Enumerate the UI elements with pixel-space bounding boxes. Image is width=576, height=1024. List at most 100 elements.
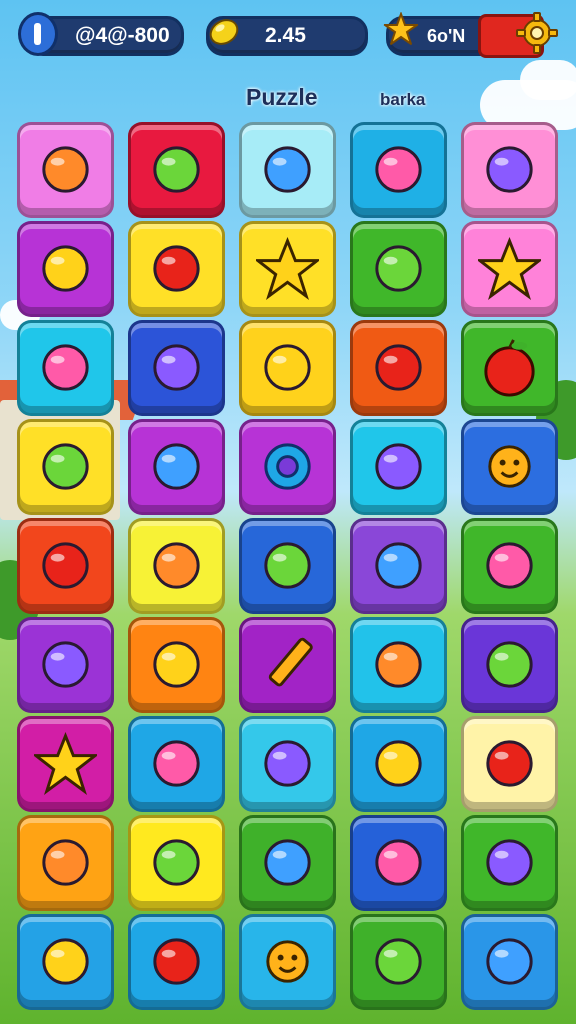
- sun-icon: [488, 445, 531, 488]
- tile-1-1[interactable]: [17, 122, 114, 218]
- pen-icon: [486, 839, 533, 886]
- cup-icon: [486, 641, 533, 688]
- lime-icon: [153, 443, 200, 490]
- tile-5-2[interactable]: [128, 518, 225, 614]
- tile-5-3[interactable]: [239, 518, 336, 614]
- tile-4-1[interactable]: [17, 419, 114, 515]
- pencil-icon: [268, 637, 313, 687]
- tile-4-3[interactable]: [239, 419, 336, 515]
- radish-icon: [153, 641, 200, 688]
- score-value: @4@-800: [75, 24, 170, 47]
- crayon-icon: [264, 839, 311, 886]
- ghost-icon: [153, 344, 200, 391]
- hammer-icon: [375, 443, 422, 490]
- bird-icon: [486, 740, 533, 787]
- tile-7-3[interactable]: [239, 716, 336, 812]
- star-icon: [34, 732, 97, 795]
- tile-6-5[interactable]: [461, 617, 558, 713]
- tile-8-1[interactable]: [17, 815, 114, 911]
- tile-5-4[interactable]: [350, 518, 447, 614]
- key-icon: [264, 740, 311, 787]
- tile-3-2[interactable]: [128, 320, 225, 416]
- tile-3-5[interactable]: [461, 320, 558, 416]
- tile-7-5[interactable]: [461, 716, 558, 812]
- tile-7-1[interactable]: [17, 716, 114, 812]
- tile-2-4[interactable]: [350, 221, 447, 317]
- fan-icon: [42, 542, 89, 589]
- lemon-icon: [209, 19, 239, 45]
- apple-icon: [484, 339, 535, 397]
- sun-icon: [266, 940, 309, 983]
- tile-2-2[interactable]: [128, 221, 225, 317]
- face-icon: [375, 641, 422, 688]
- tile-5-1[interactable]: [17, 518, 114, 614]
- tile-9-2[interactable]: [128, 914, 225, 1010]
- robot-icon: [42, 839, 89, 886]
- pin-icon: [153, 839, 200, 886]
- bow-icon: [42, 443, 89, 490]
- mango-icon: [375, 839, 422, 886]
- tile-4-2[interactable]: [128, 419, 225, 515]
- tile-2-5[interactable]: [461, 221, 558, 317]
- mushroom-hammer-icon: [264, 146, 311, 193]
- tile-2-1[interactable]: [17, 221, 114, 317]
- palm-icon: [42, 146, 89, 193]
- balloon-icon: [153, 245, 200, 292]
- tile-8-2[interactable]: [128, 815, 225, 911]
- tile-8-3[interactable]: [239, 815, 336, 911]
- tile-5-5[interactable]: [461, 518, 558, 614]
- tile-6-2[interactable]: [128, 617, 225, 713]
- tile-9-1[interactable]: [17, 914, 114, 1010]
- tile-6-3[interactable]: [239, 617, 336, 713]
- flashlight-icon: [375, 146, 422, 193]
- chest-icon: [264, 542, 311, 589]
- star-icon: [256, 237, 319, 300]
- tile-1-3[interactable]: [239, 122, 336, 218]
- drop-icon: [42, 641, 89, 688]
- puzzle-title: Puzzle: [246, 84, 318, 110]
- brush-icon: [153, 146, 200, 193]
- tile-6-1[interactable]: [17, 617, 114, 713]
- box-icon: [486, 146, 533, 193]
- tile-7-4[interactable]: [350, 716, 447, 812]
- snail-icon: [375, 245, 422, 292]
- book-icon: [375, 344, 422, 391]
- lamp-icon: [375, 938, 422, 985]
- top-hud: @4@-800 2.45 6o'N: [0, 0, 576, 70]
- leaf-icon: [375, 542, 422, 589]
- orbit-icon: [42, 938, 89, 985]
- tile-1-4[interactable]: [350, 122, 447, 218]
- star-icon: [383, 12, 419, 47]
- tile-7-2[interactable]: [128, 716, 225, 812]
- tile-6-4[interactable]: [350, 617, 447, 713]
- tile-1-5[interactable]: [461, 122, 558, 218]
- star-icon: [478, 237, 541, 300]
- shell-icon: [264, 344, 311, 391]
- puzzle-subtitle: barka: [380, 90, 426, 109]
- tile-9-5[interactable]: [461, 914, 558, 1010]
- gear-icon: [264, 443, 311, 490]
- gift-icon: [153, 938, 200, 985]
- coins-value: 2.45: [265, 24, 306, 47]
- tile-8-4[interactable]: [350, 815, 447, 911]
- tile-9-3[interactable]: [239, 914, 336, 1010]
- crate-icon: [486, 542, 533, 589]
- tile-3-4[interactable]: [350, 320, 447, 416]
- tile-2-3[interactable]: [239, 221, 336, 317]
- pill-icon: [153, 542, 200, 589]
- cone-icon: [486, 938, 533, 985]
- ball-icon: [42, 344, 89, 391]
- info-icon[interactable]: [18, 12, 58, 56]
- tile-3-3[interactable]: [239, 320, 336, 416]
- tile-3-1[interactable]: [17, 320, 114, 416]
- tile-9-4[interactable]: [350, 914, 447, 1010]
- flower-icon: [375, 740, 422, 787]
- cross-wand-icon: [153, 740, 200, 787]
- settings-gear-icon[interactable]: [516, 12, 558, 54]
- tile-4-4[interactable]: [350, 419, 447, 515]
- stars-value: 6o'N: [427, 26, 466, 46]
- cross-tools-icon: [42, 245, 89, 292]
- tile-1-2[interactable]: [128, 122, 225, 218]
- tile-8-5[interactable]: [461, 815, 558, 911]
- tile-4-5[interactable]: [461, 419, 558, 515]
